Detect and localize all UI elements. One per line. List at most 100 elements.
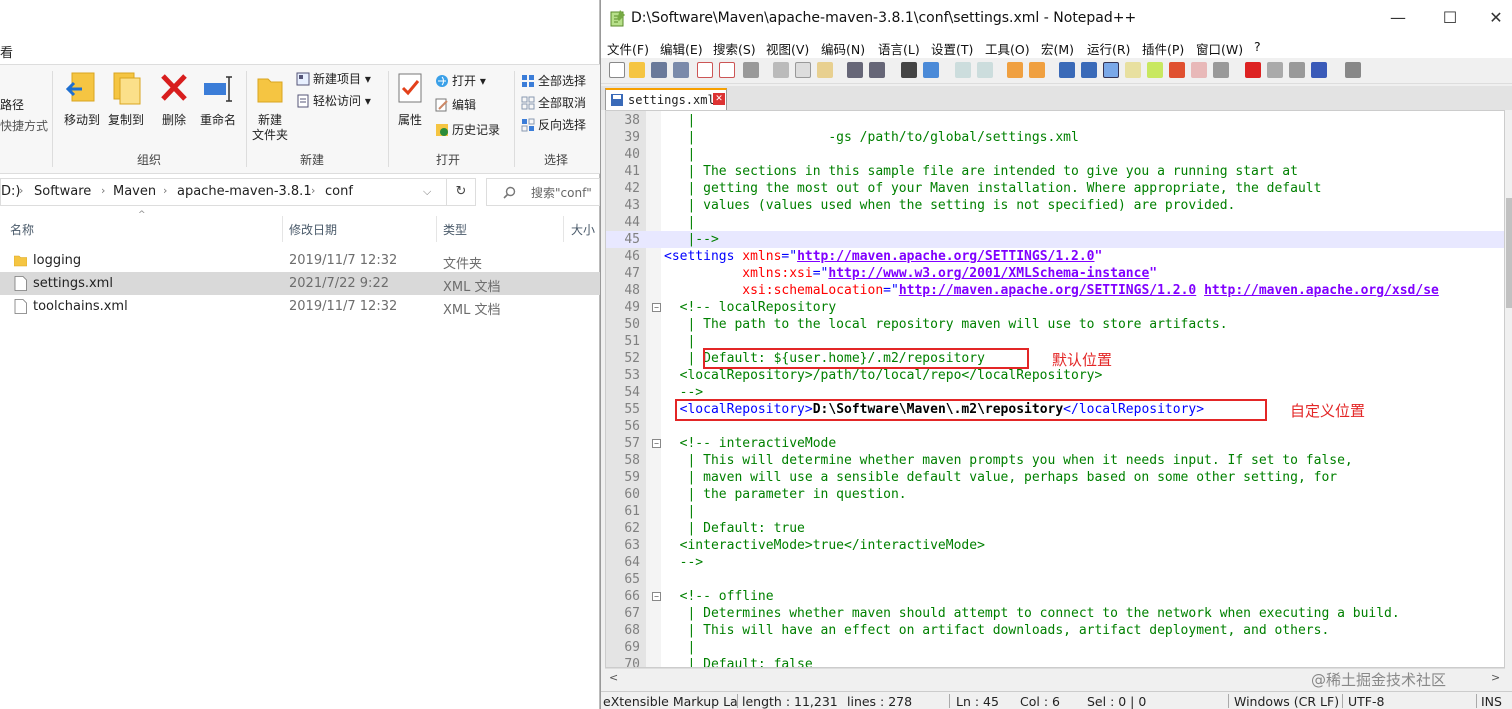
menu-window[interactable]: 窗口(W) xyxy=(1196,39,1243,58)
sync-vertical-icon[interactable] xyxy=(1007,62,1023,78)
breadcrumb-software[interactable]: Software xyxy=(34,184,91,199)
status-eol[interactable]: Windows (CR LF) xyxy=(1234,694,1339,709)
save-all-icon[interactable] xyxy=(673,62,689,78)
new-file-icon[interactable] xyxy=(609,62,625,78)
copy-path-item[interactable]: 路径 xyxy=(0,95,24,115)
address-bar[interactable]: D:) › Software › Maven › apache-maven-3.… xyxy=(0,178,475,206)
find-icon[interactable] xyxy=(901,62,917,78)
search-box[interactable]: 搜索"conf" xyxy=(486,178,600,206)
minimize-button[interactable]: — xyxy=(1383,8,1413,30)
menu-run[interactable]: 运行(R) xyxy=(1087,39,1130,58)
menu-edit[interactable]: 编辑(E) xyxy=(660,39,703,58)
delete-button[interactable]: 删除 xyxy=(156,71,192,128)
invert-selection-button[interactable]: 反向选择 xyxy=(521,115,586,135)
xml-url[interactable]: http://www.w3.org/2001/XMLSchema-instanc… xyxy=(828,266,1149,281)
chevron-down-icon[interactable]: ⌵ xyxy=(423,185,431,199)
save-icon[interactable] xyxy=(651,62,667,78)
edit-button[interactable]: 编辑 xyxy=(435,95,476,115)
menu-search[interactable]: 搜索(S) xyxy=(713,39,756,58)
code-editor[interactable]: 38 | 39 | -gs /path/to/global/settings.x… xyxy=(605,110,1505,668)
xml-url[interactable]: http://maven.apache.org/SETTINGS/1.2.0 xyxy=(899,283,1196,298)
column-divider[interactable] xyxy=(563,216,564,242)
close-file-icon[interactable] xyxy=(697,62,713,78)
replace-icon[interactable] xyxy=(923,62,939,78)
save-macro-icon[interactable] xyxy=(1345,62,1361,78)
scrollbar-thumb[interactable] xyxy=(1506,198,1512,308)
function-list-icon[interactable] xyxy=(1169,62,1185,78)
play-macro-icon[interactable] xyxy=(1289,62,1305,78)
maximize-button[interactable]: ☐ xyxy=(1435,8,1465,30)
title-bar[interactable]: D:\Software\Maven\apache-maven-3.8.1\con… xyxy=(601,0,1512,38)
paste-icon[interactable] xyxy=(817,62,833,78)
move-to-button[interactable]: 移动到 xyxy=(62,71,102,128)
rename-button[interactable]: 重命名 xyxy=(196,71,240,128)
open-file-icon[interactable] xyxy=(629,62,645,78)
zoom-out-icon[interactable] xyxy=(977,62,993,78)
menu-settings[interactable]: 设置(T) xyxy=(931,39,973,58)
xml-url[interactable]: http://maven.apache.org/SETTINGS/1.2.0 xyxy=(797,249,1094,264)
monitoring-icon[interactable] xyxy=(1213,62,1229,78)
fold-toggle-icon[interactable]: − xyxy=(652,439,661,448)
print-icon[interactable] xyxy=(743,62,759,78)
scroll-right-icon[interactable]: > xyxy=(1491,671,1500,684)
menu-file[interactable]: 文件(F) xyxy=(607,39,649,58)
stop-macro-icon[interactable] xyxy=(1267,62,1283,78)
indent-guide-icon[interactable] xyxy=(1103,62,1119,78)
file-row-toolchains[interactable]: toolchains.xml 2019/11/7 12:32 XML 文档 xyxy=(0,295,600,318)
sync-horizontal-icon[interactable] xyxy=(1029,62,1045,78)
menu-encoding[interactable]: 编码(N) xyxy=(821,39,865,58)
close-all-icon[interactable] xyxy=(719,62,735,78)
vertical-scrollbar[interactable] xyxy=(1505,110,1512,668)
run-macro-multiple-icon[interactable] xyxy=(1311,62,1327,78)
file-row-logging[interactable]: logging 2019/11/7 12:32 文件夹 xyxy=(0,249,600,272)
menu-view[interactable]: 视图(V) xyxy=(766,39,809,58)
xml-url[interactable]: http://maven.apache.org/xsd/se xyxy=(1204,283,1439,298)
undo-icon[interactable] xyxy=(847,62,863,78)
folder-workspace-icon[interactable] xyxy=(1191,62,1207,78)
redo-icon[interactable] xyxy=(869,62,885,78)
breadcrumb-apache-maven[interactable]: apache-maven-3.8.1 xyxy=(177,184,312,199)
status-encoding[interactable]: UTF-8 xyxy=(1348,694,1384,709)
file-row-settings[interactable]: settings.xml 2021/7/22 9:22 XML 文档 xyxy=(0,272,600,295)
menu-plugins[interactable]: 插件(P) xyxy=(1142,39,1184,58)
zoom-in-icon[interactable] xyxy=(955,62,971,78)
history-button[interactable]: 历史记录 xyxy=(435,120,500,140)
new-item-button[interactable]: 新建项目 ▾ xyxy=(296,69,371,89)
close-button[interactable]: ✕ xyxy=(1481,8,1511,30)
properties-button[interactable]: 属性 xyxy=(392,71,428,128)
fold-toggle-icon[interactable]: − xyxy=(652,592,661,601)
scroll-left-icon[interactable]: < xyxy=(609,671,618,684)
open-button[interactable]: 打开 ▾ xyxy=(435,71,486,91)
fold-toggle-icon[interactable]: − xyxy=(652,303,661,312)
refresh-button[interactable]: ↻ xyxy=(446,178,476,206)
column-type[interactable]: 类型 xyxy=(443,221,467,238)
status-insert-mode[interactable]: INS xyxy=(1481,694,1502,709)
close-tab-icon[interactable]: ✕ xyxy=(713,93,725,105)
column-size[interactable]: 大小 xyxy=(571,221,595,238)
column-name[interactable]: 名称 xyxy=(10,221,34,238)
menu-language[interactable]: 语言(L) xyxy=(878,39,920,58)
breadcrumb-conf[interactable]: conf xyxy=(325,184,353,199)
udl-icon[interactable] xyxy=(1125,62,1141,78)
select-none-button[interactable]: 全部取消 xyxy=(521,93,586,113)
breadcrumb-drive[interactable]: D:) xyxy=(1,184,20,199)
breadcrumb-maven[interactable]: Maven xyxy=(113,184,156,199)
cut-icon[interactable] xyxy=(773,62,789,78)
word-wrap-icon[interactable] xyxy=(1059,62,1075,78)
menu-help[interactable]: ? xyxy=(1254,39,1261,54)
column-divider[interactable] xyxy=(436,216,437,242)
select-all-button[interactable]: 全部选择 xyxy=(521,71,586,91)
tab-settings-xml[interactable]: settings.xml ✕ xyxy=(605,88,727,110)
doc-map-icon[interactable] xyxy=(1147,62,1163,78)
copy-icon[interactable] xyxy=(795,62,811,78)
record-macro-icon[interactable] xyxy=(1245,62,1261,78)
copy-to-button[interactable]: 复制到 xyxy=(104,71,148,128)
column-divider[interactable] xyxy=(282,216,283,242)
menu-tools[interactable]: 工具(O) xyxy=(985,39,1030,58)
paste-shortcut-item[interactable]: 快捷方式 xyxy=(0,116,48,136)
menu-macro[interactable]: 宏(M) xyxy=(1041,39,1074,58)
column-date[interactable]: 修改日期 xyxy=(289,221,337,238)
easy-access-button[interactable]: 轻松访问 ▾ xyxy=(296,91,371,111)
new-folder-button[interactable]: 新建 文件夹 xyxy=(250,71,290,143)
show-all-chars-icon[interactable] xyxy=(1081,62,1097,78)
